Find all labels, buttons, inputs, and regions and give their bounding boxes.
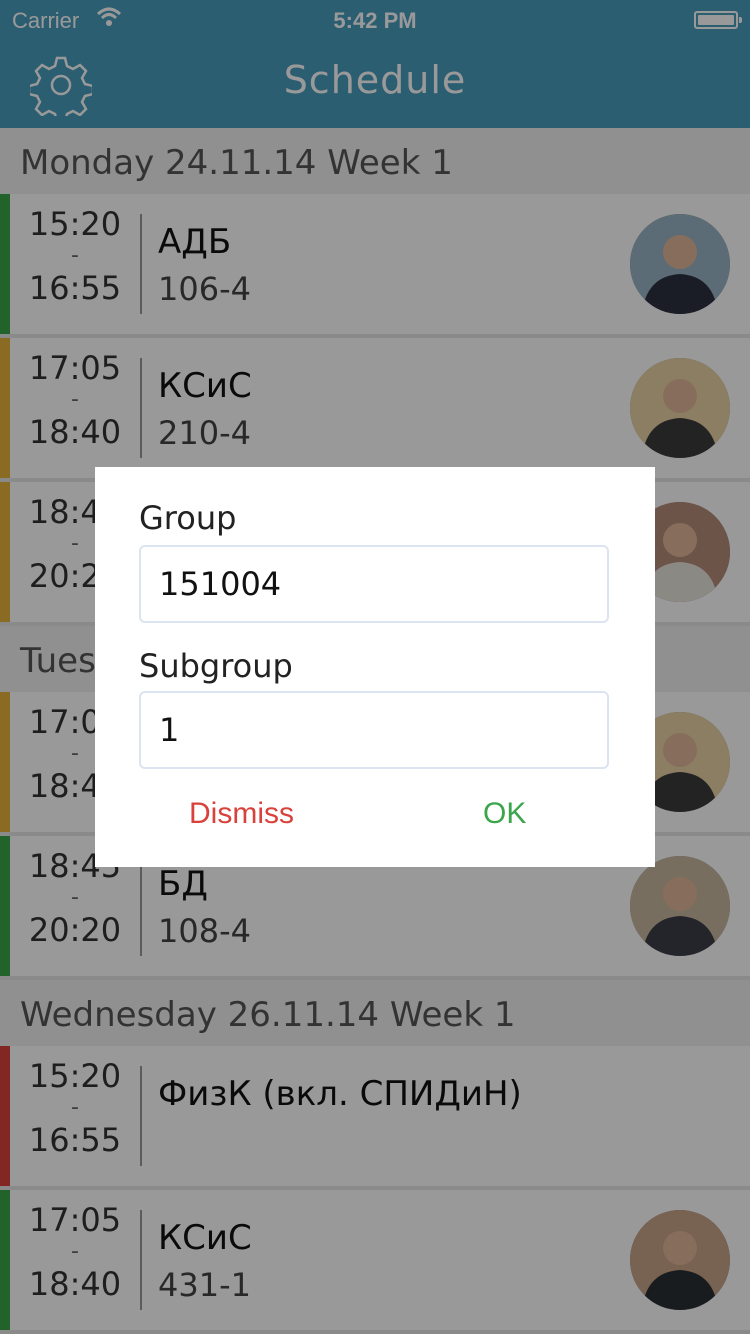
group-input[interactable] <box>139 545 609 623</box>
group-label: Group <box>139 499 237 537</box>
dismiss-button[interactable]: Dismiss <box>189 797 294 831</box>
ok-button[interactable]: OK <box>483 797 526 831</box>
subgroup-label: Subgroup <box>139 647 293 685</box>
group-settings-dialog: Group Subgroup Dismiss OK <box>95 467 655 867</box>
subgroup-input[interactable] <box>139 691 609 769</box>
